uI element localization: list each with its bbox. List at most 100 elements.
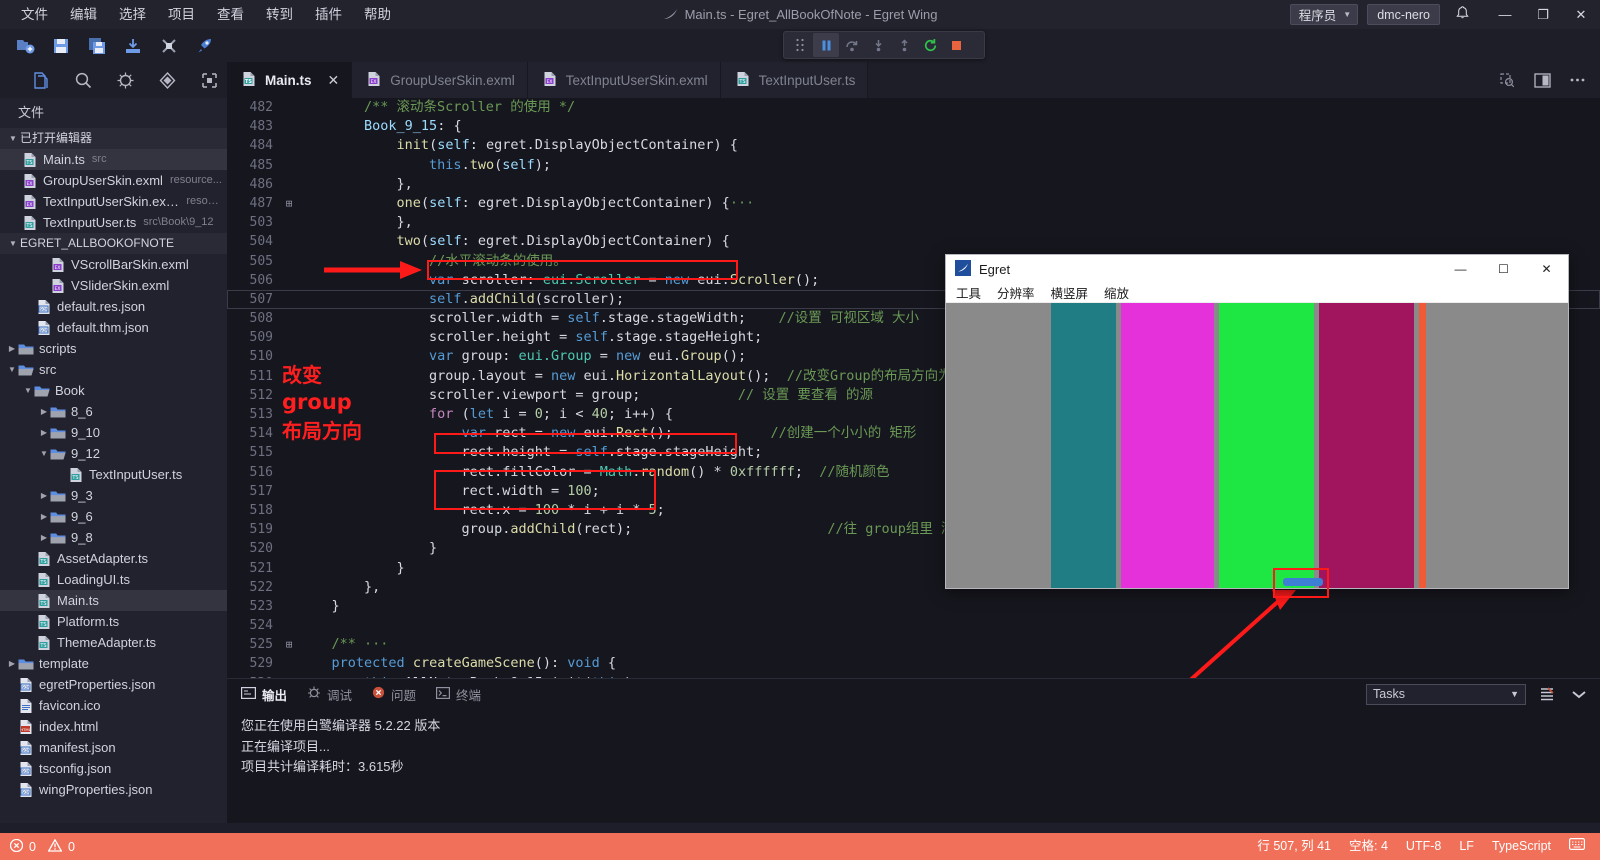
tree-item[interactable]: JSON egretProperties.json	[0, 674, 227, 695]
tree-item[interactable]: ▶ 9_10	[0, 422, 227, 443]
chevron-right-icon[interactable]: ▶	[38, 506, 50, 527]
open-editor-item[interactable]: TS Main.ts src	[0, 149, 227, 170]
editor-tab[interactable]: TS Main.ts ✕	[227, 62, 353, 98]
code-line[interactable]: 525 ⊞ /** ···	[227, 635, 1600, 654]
tree-item[interactable]: EX VSliderSkin.exml	[0, 275, 227, 296]
source-control-icon[interactable]	[152, 65, 182, 95]
step-into-button[interactable]	[865, 33, 891, 57]
chevron-down-icon[interactable]: ▼	[38, 443, 50, 464]
menu-item-help[interactable]: 帮助	[353, 0, 402, 29]
egret-menu-orientation[interactable]: 横竖屏	[1051, 283, 1089, 302]
tree-item[interactable]: favicon.ico	[0, 695, 227, 716]
tree-item[interactable]: TS LoadingUI.ts	[0, 569, 227, 590]
code-line[interactable]: 524	[227, 616, 1600, 635]
tree-item[interactable]: ▶ scripts	[0, 338, 227, 359]
egret-preview-window[interactable]: Egret — ☐ ✕ 工具 分辨率 横竖屏 缩放	[945, 254, 1569, 598]
panel-tab-terminal[interactable]: 终端	[436, 685, 481, 704]
horizontal-scrollbar-thumb[interactable]	[1283, 578, 1323, 586]
run-rocket-icon[interactable]	[188, 31, 222, 60]
sidebar-section-project[interactable]: ▼ EGRET_ALLBOOKOFNOTE	[0, 233, 227, 254]
window-close-button[interactable]: ✕	[1562, 0, 1600, 29]
open-editor-item[interactable]: EX GroupUserSkin.exml resource...	[0, 170, 227, 191]
tree-item[interactable]: JSON tsconfig.json	[0, 758, 227, 779]
sidebar-section-open-editors[interactable]: ▼ 已打开编辑器	[0, 128, 227, 149]
menu-item-goto[interactable]: 转到	[255, 0, 304, 29]
split-editor-icon[interactable]	[1527, 65, 1557, 95]
code-line[interactable]: 487 ⊞ one(self: egret.DisplayObjectContai…	[227, 194, 1600, 213]
debug-toolbar[interactable]	[783, 31, 985, 59]
menu-item-plugin[interactable]: 插件	[304, 0, 353, 29]
tree-item[interactable]: ▼ 9_12	[0, 443, 227, 464]
code-line[interactable]: 486 },	[227, 175, 1600, 194]
tree-item[interactable]: TS TextInputUser.ts	[0, 464, 227, 485]
explorer-icon[interactable]	[26, 65, 56, 95]
tree-item[interactable]: TS AssetAdapter.ts	[0, 548, 227, 569]
tree-item[interactable]: ▶ 9_8	[0, 527, 227, 548]
chevron-right-icon[interactable]: ▶	[6, 653, 18, 674]
stop-button[interactable]	[943, 33, 969, 57]
window-maximize-button[interactable]: ❐	[1524, 0, 1562, 29]
open-editor-item[interactable]: TS TextInputUser.ts src\Book\9_12	[0, 212, 227, 233]
search-icon[interactable]	[68, 65, 98, 95]
egret-menu-tools[interactable]: 工具	[956, 283, 981, 302]
menu-item-view[interactable]: 查看	[206, 0, 255, 29]
user-badge[interactable]: dmc-nero	[1367, 4, 1440, 25]
import-icon[interactable]	[116, 31, 150, 60]
tree-item[interactable]: JSON wingProperties.json	[0, 779, 227, 800]
status-keyboard-icon[interactable]	[1560, 833, 1594, 860]
status-eol[interactable]: LF	[1450, 833, 1483, 860]
tree-item[interactable]: ▶ 9_3	[0, 485, 227, 506]
notification-bell-icon[interactable]	[1452, 6, 1472, 23]
egret-menu-resolution[interactable]: 分辨率	[997, 283, 1035, 302]
collapse-panel-icon[interactable]	[1568, 683, 1590, 705]
tree-item[interactable]: ▼ src	[0, 359, 227, 380]
tree-item[interactable]: JSON manifest.json	[0, 737, 227, 758]
menu-item-edit[interactable]: 编辑	[59, 0, 108, 29]
pause-button[interactable]	[813, 33, 839, 57]
fold-expand-icon[interactable]: ⊞	[279, 635, 299, 654]
tree-item[interactable]: ▼ Book	[0, 380, 227, 401]
panel-tab-output[interactable]: 输出	[241, 685, 287, 704]
menu-item-project[interactable]: 项目	[157, 0, 206, 29]
chevron-right-icon[interactable]: ▶	[38, 485, 50, 506]
chevron-right-icon[interactable]: ▶	[38, 422, 50, 443]
egret-maximize-button[interactable]: ☐	[1482, 255, 1525, 283]
panel-tab-debug[interactable]: 调试	[307, 685, 352, 704]
fold-expand-icon[interactable]: ⊞	[279, 194, 299, 213]
restart-button[interactable]	[917, 33, 943, 57]
editor-tab[interactable]: EX GroupUserSkin.exml	[352, 62, 528, 98]
status-cursor-position[interactable]: 行 507, 列 41	[1248, 833, 1340, 860]
code-line[interactable]: 484 init(self: egret.DisplayObjectContai…	[227, 136, 1600, 155]
status-encoding[interactable]: UTF-8	[1397, 833, 1450, 860]
tree-item[interactable]: TS ThemeAdapter.ts	[0, 632, 227, 653]
status-problems[interactable]: 0 0	[0, 837, 75, 855]
egret-close-button[interactable]: ✕	[1525, 255, 1568, 283]
tasks-select[interactable]: Tasks ▼	[1366, 683, 1526, 705]
tree-item[interactable]: ▶ 9_6	[0, 506, 227, 527]
editor-tab[interactable]: TS TextInputUser.ts	[720, 62, 869, 98]
status-language-mode[interactable]: TypeScript	[1483, 833, 1560, 860]
editor-tab[interactable]: EX TextInputUserSkin.exml	[527, 62, 721, 98]
tree-item[interactable]: TS Main.ts	[0, 590, 227, 611]
code-line[interactable]: 529 protected createGameScene(): void {	[227, 654, 1600, 673]
build-icon[interactable]	[152, 31, 186, 60]
chevron-right-icon[interactable]: ▶	[6, 338, 18, 359]
panel-tab-problems[interactable]: 问题	[372, 685, 416, 704]
tree-item[interactable]: TS Platform.ts	[0, 611, 227, 632]
drag-handle-icon[interactable]	[787, 33, 813, 57]
code-line[interactable]: 482 /** 滚动条Scroller 的使用 */	[227, 98, 1600, 117]
code-line[interactable]: 504 two(self: egret.DisplayObjectContain…	[227, 232, 1600, 251]
tree-item[interactable]: JSON default.res.json	[0, 296, 227, 317]
debug-bug-icon[interactable]	[110, 65, 140, 95]
chevron-right-icon[interactable]: ▶	[38, 527, 50, 548]
code-line[interactable]: 485 this.two(self);	[227, 156, 1600, 175]
code-line[interactable]: 483 Book_9_15: {	[227, 117, 1600, 136]
new-file-icon[interactable]	[8, 31, 42, 60]
menu-item-select[interactable]: 选择	[108, 0, 157, 29]
tree-item[interactable]: ▶ template	[0, 653, 227, 674]
open-editor-item[interactable]: EX TextInputUserSkin.exml resou...	[0, 191, 227, 212]
code-line[interactable]: 523 }	[227, 597, 1600, 616]
role-selector[interactable]: 程序员 ▼	[1289, 4, 1359, 25]
egret-minimize-button[interactable]: —	[1439, 255, 1482, 283]
close-icon[interactable]: ✕	[328, 72, 340, 89]
